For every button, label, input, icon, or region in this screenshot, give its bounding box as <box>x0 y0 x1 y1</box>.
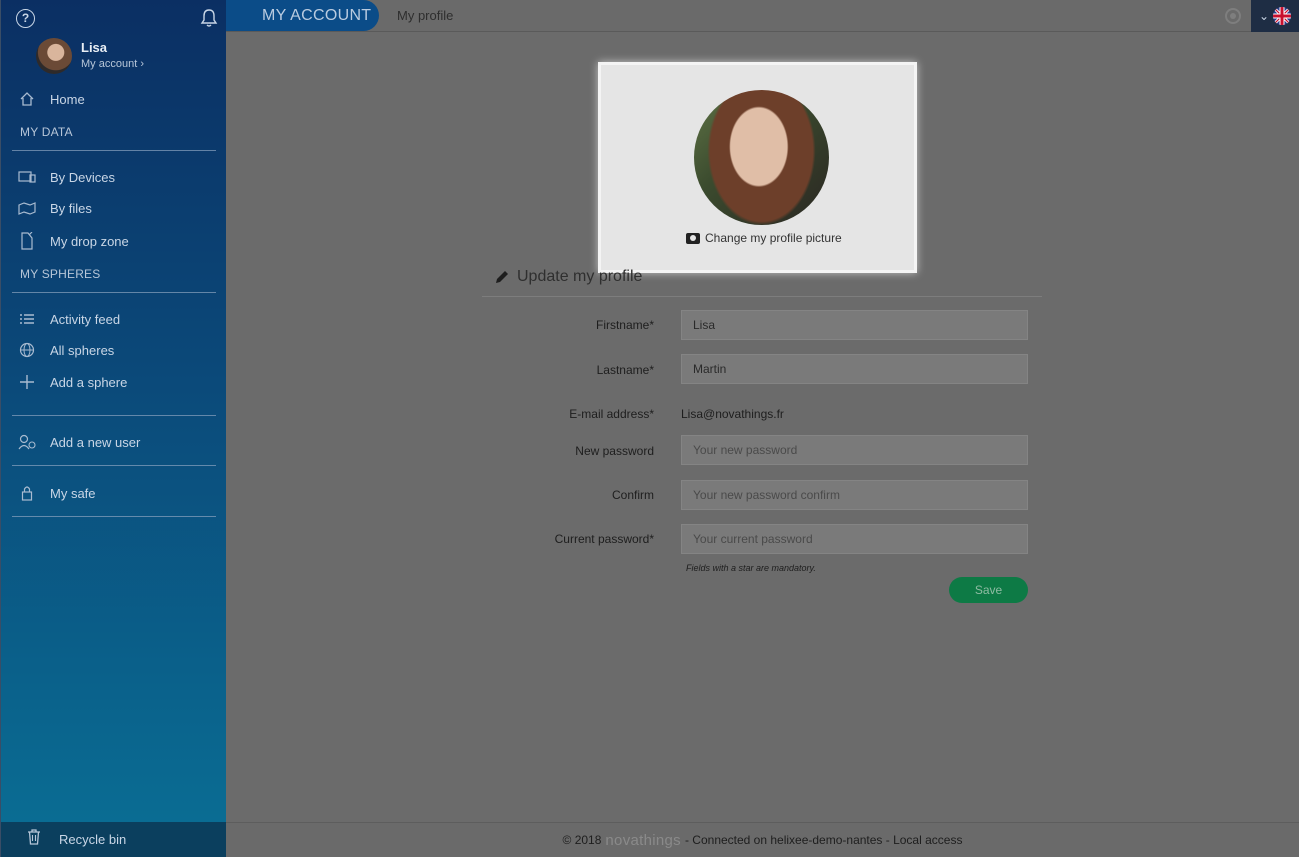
email-value: Lisa@novathings.fr <box>681 407 784 421</box>
sidebar-item-label: Add a new user <box>50 434 141 450</box>
camera-icon <box>686 232 700 244</box>
sidebar-item-activity-feed[interactable]: Activity feed <box>1 306 227 332</box>
section-my-data: MY DATA <box>20 125 73 139</box>
chevron-right-icon: › <box>140 58 144 70</box>
connection-status: - Connected on helixee-demo-nantes - Loc… <box>684 833 963 847</box>
avatar[interactable] <box>36 38 72 74</box>
form-title: Update my profile <box>517 268 643 285</box>
topbar: MY ACCOUNT My profile ⌄ <box>226 0 1299 32</box>
bell-icon[interactable] <box>200 8 218 28</box>
sidebar-item-label: My drop zone <box>50 233 129 249</box>
current-password-field[interactable] <box>681 524 1028 554</box>
firstname-field[interactable] <box>681 310 1028 340</box>
form-heading: Update my profile <box>494 268 642 286</box>
brand-logo: novathings <box>605 831 681 849</box>
lastname-field[interactable] <box>681 354 1028 384</box>
email-label: E-mail address* <box>569 407 654 421</box>
language-selector[interactable]: ⌄ <box>1251 0 1299 32</box>
save-button[interactable]: Save <box>949 577 1028 603</box>
sidebar-item-add-user[interactable]: Add a new user <box>1 429 227 455</box>
lastname-label: Lastname* <box>596 363 654 377</box>
sidebar-item-label: By Devices <box>50 169 116 185</box>
sidebar: ? Lisa My account › Home MY DATA By Devi… <box>0 0 227 857</box>
divider <box>482 296 1042 297</box>
user-block: Lisa My account › <box>36 38 216 76</box>
profile-picture-card: Change my profile picture <box>598 62 917 273</box>
sidebar-item-label: Home <box>50 91 85 107</box>
breadcrumb[interactable]: My profile <box>397 8 453 23</box>
sidebar-item-drop-zone[interactable]: My drop zone <box>1 228 227 254</box>
plus-icon <box>18 373 36 391</box>
list-icon <box>18 310 36 328</box>
sidebar-item-recycle-bin[interactable]: Recycle bin <box>1 822 227 857</box>
change-profile-picture-label: Change my profile picture <box>705 231 842 245</box>
my-account-label: My account <box>81 58 138 70</box>
home-icon <box>18 90 36 108</box>
sidebar-item-label: Add a sphere <box>50 374 128 390</box>
confirm-password-label: Confirm <box>611 488 654 502</box>
change-profile-picture-button[interactable]: Change my profile picture <box>686 231 842 245</box>
trash-icon <box>27 829 41 850</box>
confirm-password-field[interactable] <box>681 480 1028 510</box>
globe-icon <box>18 341 36 359</box>
pencil-icon <box>496 271 508 283</box>
footer: © 2018 novathings - Connected on helixee… <box>226 822 1299 857</box>
profile-picture[interactable] <box>694 90 829 225</box>
page-title: MY ACCOUNT <box>226 0 379 31</box>
devices-icon <box>18 168 36 186</box>
divider <box>12 516 216 517</box>
section-my-spheres: MY SPHERES <box>20 267 101 281</box>
mandatory-note: Fields with a star are mandatory. <box>686 563 816 573</box>
sidebar-item-label: Recycle bin <box>59 832 127 847</box>
divider <box>12 415 216 416</box>
current-password-label: Current password* <box>554 532 654 546</box>
new-password-field[interactable] <box>681 435 1028 465</box>
sidebar-item-label: By files <box>50 200 92 216</box>
main-content: Change my profile picture Update my prof… <box>226 32 1299 822</box>
sidebar-item-by-devices[interactable]: By Devices <box>1 164 227 190</box>
sidebar-item-home[interactable]: Home <box>1 86 227 112</box>
divider <box>12 465 216 466</box>
sidebar-item-my-safe[interactable]: My safe <box>1 480 227 506</box>
divider <box>12 150 216 151</box>
drop-zone-icon <box>18 232 36 250</box>
sidebar-item-label: Activity feed <box>50 311 121 327</box>
user-name: Lisa <box>81 40 108 55</box>
divider <box>12 292 216 293</box>
sidebar-item-by-files[interactable]: By files <box>1 195 227 221</box>
help-icon[interactable]: ? <box>16 9 35 28</box>
settings-icon[interactable] <box>1225 8 1241 24</box>
sidebar-top: ? <box>1 0 227 36</box>
sidebar-item-label: My safe <box>50 485 96 501</box>
uk-flag-icon <box>1273 7 1291 25</box>
new-password-label: New password <box>575 444 654 458</box>
chevron-down-icon: ⌄ <box>1259 9 1270 23</box>
files-icon <box>18 199 36 217</box>
sidebar-item-label: All spheres <box>50 342 115 358</box>
my-account-link[interactable]: My account › <box>81 58 144 70</box>
sidebar-item-add-sphere[interactable]: Add a sphere <box>1 369 227 395</box>
sidebar-item-all-spheres[interactable]: All spheres <box>1 337 227 363</box>
lock-icon <box>18 484 36 502</box>
add-user-icon <box>18 433 36 451</box>
copyright: © 2018 <box>562 833 602 847</box>
firstname-label: Firstname* <box>595 318 654 332</box>
